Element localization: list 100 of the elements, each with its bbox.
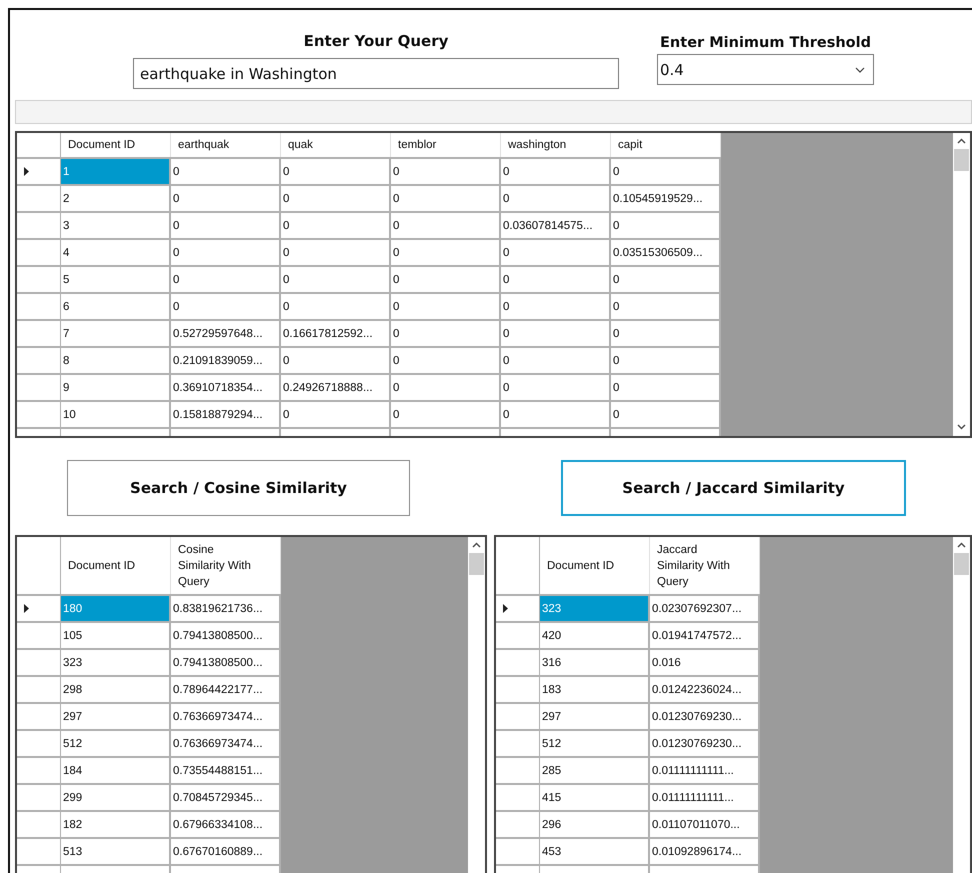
table-cell: 415 — [540, 785, 650, 810]
scrollbar[interactable] — [468, 537, 485, 873]
table-cell: 0.67966334108... — [171, 812, 281, 837]
column-header[interactable]: Jaccard Similarity With Query — [650, 537, 760, 594]
table-cell: 0.52729597648... — [171, 321, 281, 346]
table-cell: 0.73554488151... — [171, 758, 281, 783]
table-cell: 182 — [61, 812, 171, 837]
table-cell: 298 — [61, 677, 171, 702]
table-cell: 0 — [391, 186, 501, 211]
column-header[interactable]: Cosine Similarity With Query — [171, 537, 281, 594]
table-cell: 0 — [281, 267, 391, 292]
table-cell: 0.16617812592... — [281, 321, 391, 346]
table-cell: 0.01111111111... — [650, 758, 760, 783]
threshold-dropdown[interactable]: 0.4 — [657, 54, 874, 85]
current-row-icon — [503, 604, 508, 613]
current-row-icon — [24, 167, 29, 176]
scroll-up-icon[interactable] — [957, 138, 966, 144]
table-cell: 0.67670160889... — [171, 839, 281, 864]
scrollbar[interactable] — [953, 133, 970, 436]
table-cell: 0 — [501, 267, 611, 292]
table-cell: 0 — [501, 186, 611, 211]
column-header[interactable]: capit — [611, 133, 721, 157]
table-cell: 0 — [171, 240, 281, 265]
table-cell: 0.79413808500... — [171, 650, 281, 675]
scrollbar[interactable] — [953, 537, 970, 873]
table-cell: 2 — [61, 186, 171, 211]
scroll-up-icon[interactable] — [472, 542, 481, 548]
table-cell: 0 — [611, 294, 721, 319]
table-cell: 323 — [540, 596, 650, 621]
table-cell: 0.016 — [650, 650, 760, 675]
scroll-thumb[interactable] — [954, 553, 969, 575]
scroll-thumb[interactable] — [954, 149, 969, 171]
table-cell: 0 — [611, 375, 721, 400]
search-button[interactable]: Search / Cosine Similarity — [67, 460, 410, 516]
table-cell: 0 — [501, 402, 611, 427]
table-cell: 285 — [540, 758, 650, 783]
table-cell: 0 — [501, 240, 611, 265]
table-cell: 0 — [171, 213, 281, 238]
table-cell: 8 — [61, 348, 171, 373]
query-label: Enter Your Query — [304, 32, 448, 52]
table-cell: 0.83819621736... — [171, 596, 281, 621]
scroll-down-icon[interactable] — [957, 424, 966, 430]
table-cell: 0 — [171, 267, 281, 292]
table-cell: 5 — [61, 267, 171, 292]
search-button[interactable]: Search / Jaccard Similarity — [561, 460, 906, 516]
column-header[interactable]: Document ID — [540, 537, 650, 594]
table-cell: 105 — [61, 623, 171, 648]
column-header[interactable]: earthquak — [171, 133, 281, 157]
table-cell: 0 — [391, 321, 501, 346]
column-header[interactable]: washington — [501, 133, 611, 157]
table-cell: 0 — [611, 159, 721, 184]
table-cell: 0.76366973474... — [171, 704, 281, 729]
table-cell: 0.01230769230... — [650, 704, 760, 729]
table-cell: 0 — [391, 294, 501, 319]
table-cell: 0 — [171, 294, 281, 319]
table-cell: 0.78964422177... — [171, 677, 281, 702]
table-cell: 1 — [61, 159, 171, 184]
table-cell: 0 — [611, 213, 721, 238]
table-cell: 0.01941747572... — [650, 623, 760, 648]
table-cell: 0 — [281, 213, 391, 238]
table-cell: 0.10545919529... — [611, 186, 721, 211]
table-cell: 297 — [61, 704, 171, 729]
table-cell: 184 — [61, 758, 171, 783]
table-cell: 453 — [540, 839, 650, 864]
table-cell: 299 — [61, 785, 171, 810]
table-cell: 0.76366973474... — [171, 731, 281, 756]
table-cell: 0 — [501, 294, 611, 319]
table-cell: 0 — [391, 213, 501, 238]
scroll-thumb[interactable] — [469, 553, 484, 575]
table-cell: 0 — [281, 402, 391, 427]
table-cell: 420 — [540, 623, 650, 648]
table-cell: 180 — [61, 596, 171, 621]
chevron-down-icon — [855, 66, 865, 72]
table-cell: 0 — [171, 186, 281, 211]
table-cell: 0 — [281, 348, 391, 373]
table-cell: 0.02307692307... — [650, 596, 760, 621]
table-cell: 0 — [501, 348, 611, 373]
table-cell: 0 — [611, 267, 721, 292]
table-cell: 0.01107011070... — [650, 812, 760, 837]
table-cell: 0 — [281, 159, 391, 184]
table-cell: 0 — [281, 294, 391, 319]
table-cell: 323 — [61, 650, 171, 675]
table-cell: 0.79413808500... — [171, 623, 281, 648]
column-header[interactable]: quak — [281, 133, 391, 157]
column-header[interactable]: Document ID — [61, 133, 171, 157]
table-cell: 297 — [540, 704, 650, 729]
table-cell: 183 — [540, 677, 650, 702]
query-field[interactable]: earthquake in Washington — [133, 58, 619, 89]
table-cell: 4 — [61, 240, 171, 265]
table-cell: 316 — [540, 650, 650, 675]
column-header[interactable]: temblor — [391, 133, 501, 157]
table-cell: 0 — [391, 240, 501, 265]
column-header[interactable]: Document ID — [61, 537, 171, 594]
table-cell: 0.24926718888... — [281, 375, 391, 400]
table-cell: 0.01111111111... — [650, 785, 760, 810]
table-cell: 512 — [61, 731, 171, 756]
table-cell: 0 — [611, 402, 721, 427]
scroll-up-icon[interactable] — [957, 542, 966, 548]
threshold-label: Enter Minimum Threshold — [660, 35, 871, 51]
table-cell: 0.15818879294... — [171, 402, 281, 427]
